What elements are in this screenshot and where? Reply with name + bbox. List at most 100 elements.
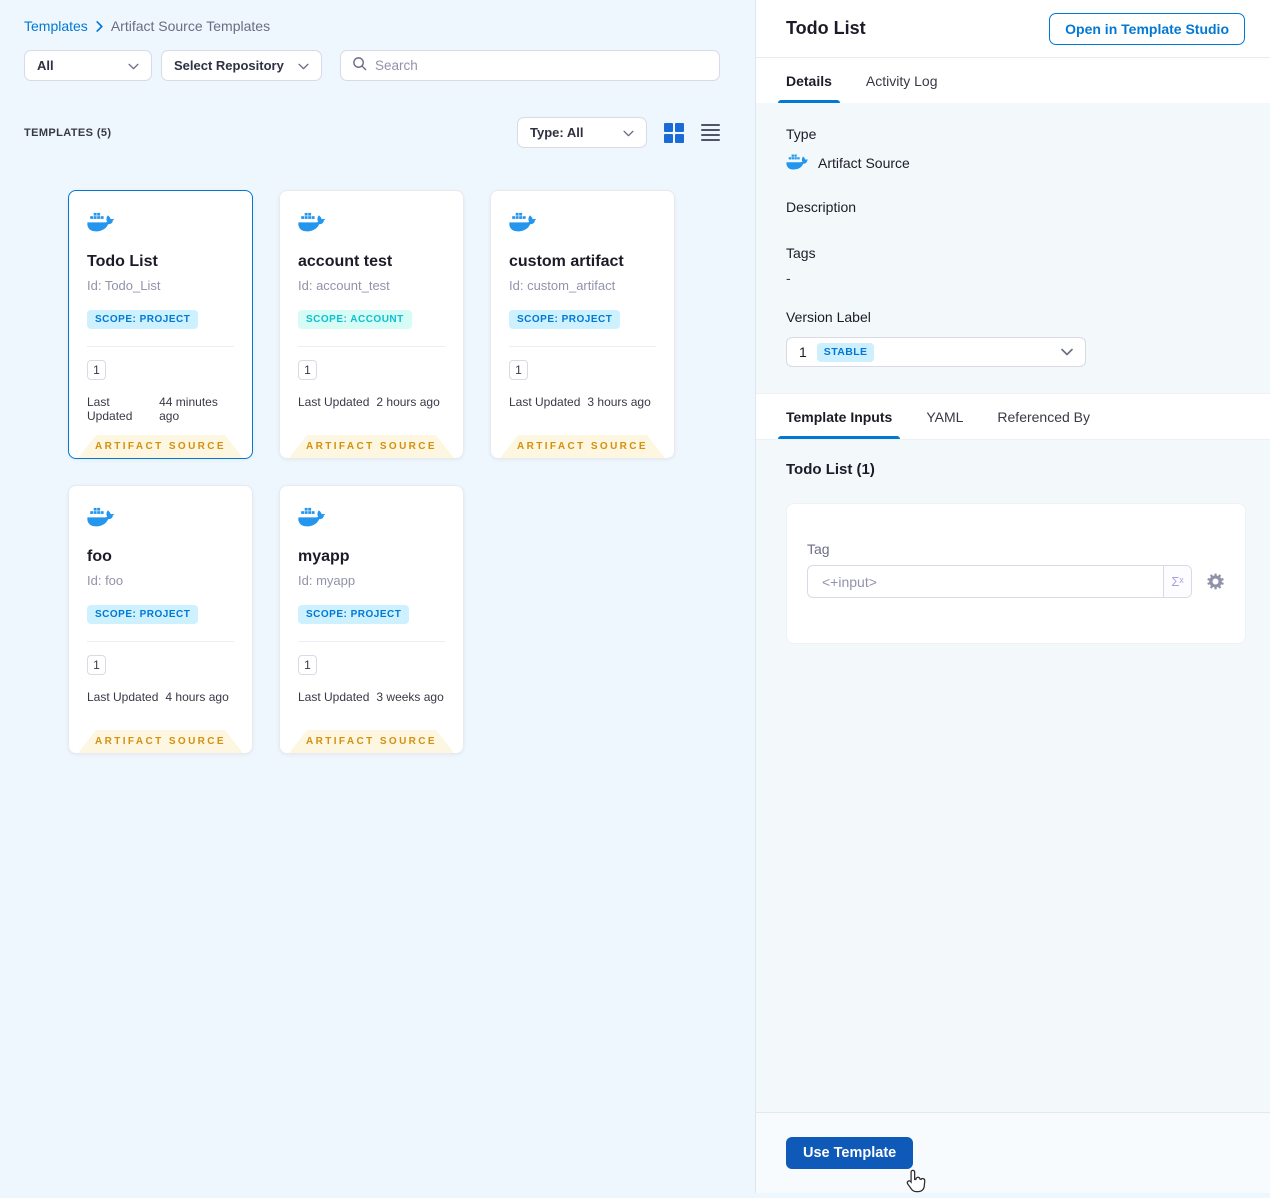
version-chip: 1: [87, 655, 106, 675]
last-updated-value: 4 hours ago: [165, 690, 229, 704]
last-updated-value: 3 hours ago: [587, 395, 651, 409]
template-card-title: custom artifact: [509, 253, 624, 270]
card-divider: [509, 346, 656, 347]
last-updated-label: Last Updated: [87, 395, 133, 423]
card-divider: [87, 641, 234, 642]
template-card[interactable]: foo Id: foo SCOPE: PROJECT 1 Last Update…: [68, 485, 253, 754]
template-inputs-section: Todo List (1) Tag Σˣ: [756, 440, 1270, 644]
tab-yaml-label: YAML: [926, 408, 964, 425]
tag-input-wrap: Σˣ: [807, 565, 1192, 598]
stable-badge: STABLE: [816, 342, 875, 362]
tab-yaml[interactable]: YAML: [926, 394, 963, 439]
filter-row: All Select Repository: [24, 50, 720, 81]
tab-activity-log[interactable]: Activity Log: [866, 58, 938, 103]
tab-template-inputs[interactable]: Template Inputs: [777, 394, 901, 439]
open-template-studio-button[interactable]: Open in Template Studio: [1049, 12, 1245, 45]
chevron-down-icon: [298, 58, 309, 73]
scope-filter-value: All: [37, 58, 54, 73]
template-card[interactable]: custom artifact Id: custom_artifact SCOP…: [490, 190, 675, 459]
chevron-down-icon: [128, 58, 139, 73]
scope-badge: SCOPE: ACCOUNT: [298, 310, 412, 329]
template-card-id: Id: custom_artifact: [509, 278, 616, 293]
scope-badge: SCOPE: PROJECT: [87, 310, 199, 329]
version-chip: 1: [298, 360, 317, 380]
scope-filter-dropdown[interactable]: All: [24, 50, 152, 81]
template-details-panel: Todo List Open in Template Studio Detail…: [756, 0, 1270, 1193]
artifact-source-ribbon: ARTIFACT SOURCE: [78, 435, 243, 458]
inputs-tab-bar: Template Inputs YAML Referenced By: [756, 393, 1270, 440]
artifact-source-ribbon: ARTIFACT SOURCE: [78, 730, 243, 753]
template-card-grid: Todo List Id: Todo_List SCOPE: PROJECT 1…: [68, 190, 755, 754]
template-card[interactable]: account test Id: account_test SCOPE: ACC…: [279, 190, 464, 459]
template-card[interactable]: Todo List Id: Todo_List SCOPE: PROJECT 1…: [68, 190, 253, 459]
expression-input-button[interactable]: Σˣ: [1163, 566, 1191, 597]
tab-referenced-by-label: Referenced By: [997, 408, 1091, 425]
breadcrumb-templates-link[interactable]: Templates: [24, 18, 88, 34]
list-header: TEMPLATES (5) Type: All: [24, 117, 720, 148]
templates-count-label: TEMPLATES (5): [24, 126, 112, 139]
template-library-panel: Templates Artifact Source Templates All …: [0, 0, 756, 1193]
search-icon: [352, 56, 367, 76]
last-updated-label: Last Updated: [87, 690, 159, 704]
last-updated-value: 44 minutes ago: [159, 395, 218, 423]
type-filter-dropdown[interactable]: Type: All: [517, 117, 647, 148]
details-header: Todo List Open in Template Studio: [756, 0, 1270, 57]
last-updated-label: Last Updated: [298, 690, 370, 704]
template-card-id: Id: myapp: [298, 573, 356, 588]
breadcrumb: Templates Artifact Source Templates: [24, 18, 720, 34]
repository-filter-dropdown[interactable]: Select Repository: [161, 50, 322, 81]
last-updated-value: 2 hours ago: [376, 395, 440, 409]
search-input[interactable]: [375, 58, 708, 73]
details-tab-bar: Details Activity Log: [756, 57, 1270, 103]
last-updated: Last Updated 3 hours ago: [509, 395, 656, 409]
last-updated: Last Updated 4 hours ago: [87, 690, 234, 704]
details-section: Type Artifact Source Description Tags - …: [756, 103, 1270, 367]
inputs-title: Todo List (1): [786, 461, 875, 478]
template-card-title: account test: [298, 253, 393, 270]
scope-badge: SCOPE: PROJECT: [509, 310, 621, 329]
details-title: Todo List: [786, 18, 866, 38]
docker-icon: [509, 211, 656, 237]
type-value: Artifact Source: [818, 155, 910, 171]
version-chip: 1: [298, 655, 317, 675]
tags-value: -: [786, 270, 791, 286]
docker-icon: [87, 211, 234, 237]
tab-details[interactable]: Details: [778, 58, 840, 103]
docker-icon: [298, 506, 445, 532]
last-updated: Last Updated 3 weeks ago: [298, 690, 445, 704]
details-footer: Use Template: [756, 1112, 1270, 1193]
use-template-button[interactable]: Use Template: [786, 1137, 914, 1169]
last-updated-value: 3 weeks ago: [376, 690, 444, 704]
type-filter-value: Type: All: [530, 125, 584, 140]
template-card-title: myapp: [298, 548, 350, 565]
description-label: Description: [786, 199, 857, 215]
template-card-id: Id: foo: [87, 573, 124, 588]
artifact-source-ribbon: ARTIFACT SOURCE: [500, 435, 665, 458]
gear-icon[interactable]: [1206, 572, 1225, 591]
docker-icon: [786, 153, 809, 173]
last-updated: Last Updated 2 hours ago: [298, 395, 445, 409]
version-select[interactable]: 1 STABLE: [786, 337, 1086, 367]
type-label: Type: [786, 126, 817, 142]
tab-details-label: Details: [786, 72, 832, 89]
scope-badge: SCOPE: PROJECT: [298, 605, 410, 624]
version-chip: 1: [87, 360, 106, 380]
tab-referenced-by[interactable]: Referenced By: [997, 394, 1090, 439]
repository-filter-value: Select Repository: [174, 58, 284, 73]
tag-input[interactable]: [808, 566, 1163, 597]
last-updated-label: Last Updated: [509, 395, 581, 409]
list-view-icon[interactable]: [701, 123, 720, 142]
chevron-down-icon: [1061, 343, 1073, 361]
last-updated-label: Last Updated: [298, 395, 370, 409]
artifact-source-ribbon: ARTIFACT SOURCE: [289, 730, 454, 753]
chevron-down-icon: [623, 125, 634, 140]
template-card-title: foo: [87, 548, 112, 565]
template-card[interactable]: myapp Id: myapp SCOPE: PROJECT 1 Last Up…: [279, 485, 464, 754]
search-box[interactable]: [340, 50, 720, 81]
grid-view-icon[interactable]: [664, 122, 684, 143]
version-label: Version Label: [786, 309, 871, 325]
scope-badge: SCOPE: PROJECT: [87, 605, 199, 624]
card-divider: [298, 346, 445, 347]
docker-icon: [298, 211, 445, 237]
